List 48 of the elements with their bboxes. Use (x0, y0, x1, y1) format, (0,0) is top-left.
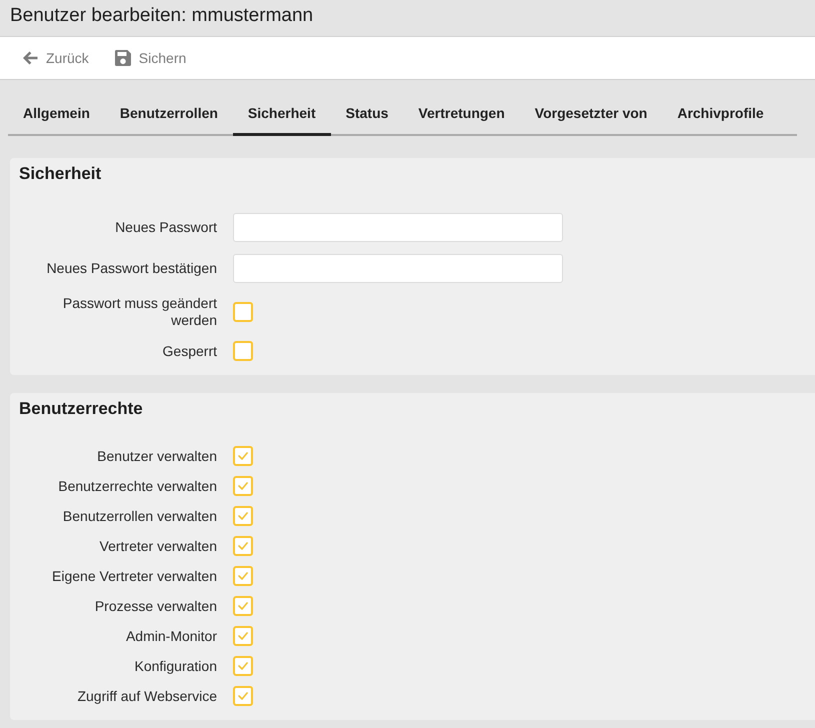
field-label: Neues Passwort bestätigen (46, 260, 217, 277)
checkbox[interactable] (233, 566, 253, 586)
checkbox[interactable] (233, 506, 253, 526)
checkbox[interactable] (233, 656, 253, 676)
checkbox[interactable] (233, 596, 253, 616)
tab[interactable]: Vorgesetzter von (520, 100, 662, 136)
field-label: Admin-Monitor (124, 628, 217, 644)
field-label: Benutzer verwalten (96, 448, 217, 464)
input-field[interactable] (233, 254, 563, 283)
checkmark-icon (238, 572, 248, 580)
section-title: Sicherheit (19, 163, 102, 185)
field-label: Eigene Vertreter verwalten (51, 568, 217, 584)
checkbox[interactable] (233, 341, 253, 361)
checkmark-icon (238, 632, 248, 640)
checkbox[interactable] (233, 536, 253, 556)
tab[interactable]: Sicherheit (232, 100, 331, 136)
tab[interactable]: Benutzerrollen (104, 100, 233, 136)
checkbox[interactable] (233, 446, 253, 466)
checkmark-icon (238, 542, 248, 550)
field-label: Prozesse verwalten (94, 598, 217, 614)
field-label: Benutzerrollen verwalten (62, 508, 217, 524)
checkmark-icon (238, 692, 248, 700)
page-title: Benutzer bearbeiten: mmustermann (10, 5, 314, 27)
field-label: Zugriff auf Webservice (76, 688, 217, 704)
input-field[interactable] (233, 213, 563, 242)
tab[interactable]: Vertretungen (403, 100, 520, 136)
save-button[interactable]: Sichern (114, 49, 186, 67)
field-label: Vertreter verwalten (98, 538, 217, 554)
checkmark-icon (238, 512, 248, 520)
field-label: Benutzerrechte verwalten (57, 478, 217, 494)
checkbox[interactable] (233, 302, 253, 322)
tab[interactable]: Archivprofile (662, 100, 779, 136)
checkmark-icon (238, 602, 248, 610)
checkmark-icon (238, 662, 248, 670)
checkbox[interactable] (233, 476, 253, 496)
checkmark-icon (238, 482, 248, 490)
back-button[interactable]: Zurück (22, 49, 89, 67)
field-label: Neues Passwort (114, 219, 217, 236)
checkbox[interactable] (233, 626, 253, 646)
arrow-left-icon (22, 51, 38, 65)
tab[interactable]: Status (330, 100, 404, 136)
section-title: Benutzerrechte (19, 398, 144, 420)
field-label: Passwort muss geändert werden (62, 295, 217, 329)
field-label: Konfiguration (133, 658, 217, 674)
tab[interactable]: Allgemein (8, 100, 105, 136)
checkmark-icon (238, 452, 248, 460)
checkbox[interactable] (233, 686, 253, 706)
field-label: Gesperrt (162, 342, 217, 360)
